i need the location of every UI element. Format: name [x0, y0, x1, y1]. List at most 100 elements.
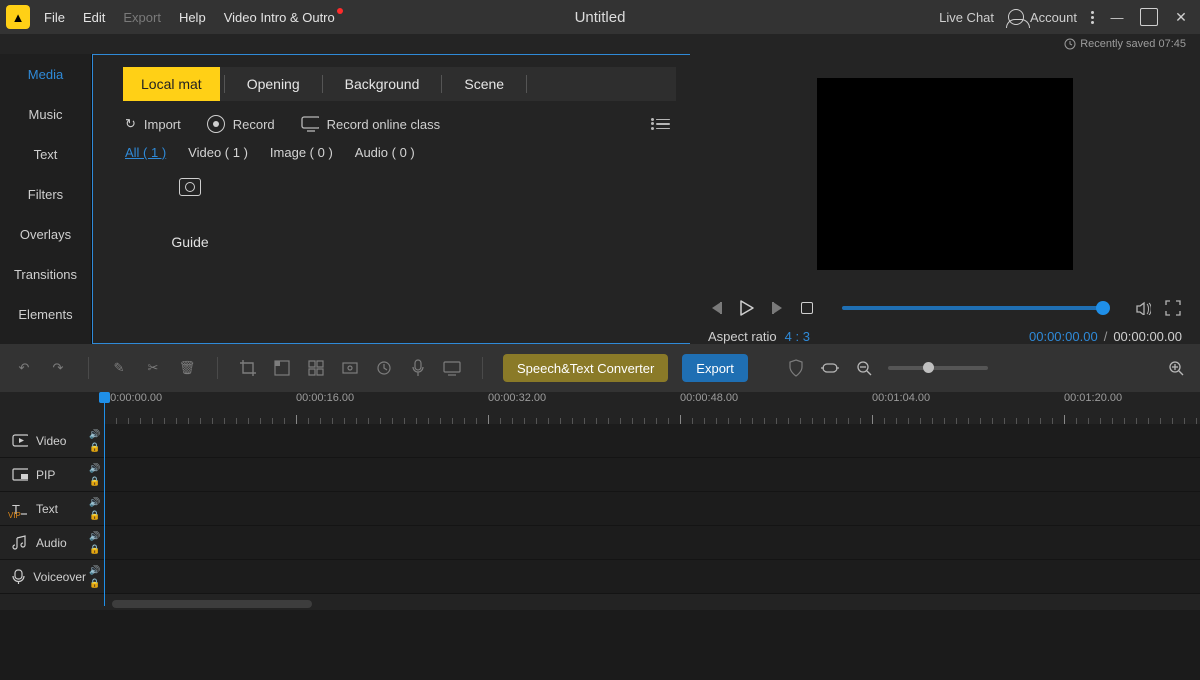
filter-image[interactable]: Image ( 0 ) [270, 145, 333, 160]
seek-slider[interactable] [842, 306, 1108, 310]
stop-button[interactable] [798, 299, 816, 317]
trash-icon[interactable]: 🗑 [177, 358, 197, 378]
track-label: Video [36, 434, 66, 448]
lock-icon[interactable]: 🔒 [89, 579, 100, 588]
close-button[interactable] [1172, 8, 1190, 26]
mosaic-icon[interactable] [272, 358, 292, 378]
tab-background[interactable]: Background [327, 67, 438, 101]
mute-icon[interactable]: 🔊 [89, 532, 100, 541]
track-label: Audio [36, 536, 67, 550]
lock-icon[interactable]: 🔒 [89, 511, 100, 520]
sidebar-item-overlays[interactable]: Overlays [0, 214, 91, 254]
prev-frame-button[interactable] [708, 299, 726, 317]
account-button[interactable]: Account [1008, 9, 1077, 25]
grid-icon[interactable] [306, 358, 326, 378]
track-controls: 🔊🔒 [86, 458, 104, 491]
tab-scene[interactable]: Scene [446, 67, 522, 101]
voiceover-icon[interactable] [408, 358, 428, 378]
save-status-text: Recently saved 07:45 [1080, 38, 1186, 50]
filter-all[interactable]: All ( 1 ) [125, 145, 166, 160]
scrollbar-thumb[interactable] [112, 600, 312, 608]
tab-local-mat[interactable]: Local mat [123, 67, 220, 101]
track-lane[interactable] [104, 560, 1200, 593]
fullscreen-icon[interactable] [1164, 299, 1182, 317]
sidebar-item-elements[interactable]: Elements [0, 294, 91, 334]
track-lane[interactable] [104, 458, 1200, 491]
sidebar-item-music[interactable]: Music [0, 94, 91, 134]
export-button[interactable]: Export [682, 354, 748, 382]
lock-icon[interactable]: 🔒 [89, 443, 100, 452]
zoom-handle[interactable] [923, 362, 934, 373]
titlebar: ▲ File Edit Export Help Video Intro & Ou… [0, 0, 1200, 34]
duration-icon[interactable] [374, 358, 394, 378]
scissors-icon[interactable]: ✂ [143, 358, 163, 378]
freeze-frame-icon[interactable] [340, 358, 360, 378]
import-button[interactable]: ↻ Import [125, 116, 181, 132]
aspect-ratio-label: Aspect ratio [708, 329, 777, 344]
live-chat-link[interactable]: Live Chat [939, 10, 994, 25]
record-online-button[interactable]: Record online class [301, 115, 440, 133]
ruler-label: 00:01:04.00 [872, 392, 930, 404]
main-menu: File Edit Export Help Video Intro & Outr… [44, 10, 335, 25]
aspect-ratio-value[interactable]: 4 : 3 [785, 329, 810, 344]
fit-icon[interactable] [820, 358, 840, 378]
seek-handle[interactable] [1096, 301, 1110, 315]
track-header: TVIPText [0, 492, 86, 525]
mute-icon[interactable]: 🔊 [89, 498, 100, 507]
lock-icon[interactable]: 🔒 [89, 477, 100, 486]
filter-audio[interactable]: Audio ( 0 ) [355, 145, 415, 160]
filter-video[interactable]: Video ( 1 ) [188, 145, 248, 160]
track-controls: 🔊🔒 [86, 560, 104, 593]
next-frame-button[interactable] [768, 299, 786, 317]
track-lane[interactable] [104, 492, 1200, 525]
pencil-icon[interactable]: ✎ [109, 358, 129, 378]
volume-icon[interactable] [1134, 299, 1152, 317]
lock-icon[interactable]: 🔒 [89, 545, 100, 554]
track-type-icon [12, 571, 25, 583]
mute-icon[interactable]: 🔊 [89, 566, 100, 575]
track-controls: 🔊🔒 [86, 424, 104, 457]
horizontal-scrollbar[interactable] [112, 600, 1200, 610]
play-button[interactable] [738, 299, 756, 317]
document-title: Untitled [575, 9, 626, 26]
mute-icon[interactable]: 🔊 [89, 430, 100, 439]
media-thumbnail-guide[interactable]: Guide [125, 178, 255, 250]
sidebar-item-transitions[interactable]: Transitions [0, 254, 91, 294]
crop-icon[interactable] [238, 358, 258, 378]
track-lane[interactable] [104, 424, 1200, 457]
menu-edit[interactable]: Edit [83, 10, 105, 25]
track-lane[interactable] [104, 526, 1200, 559]
zoom-in-icon[interactable] [1166, 358, 1186, 378]
camera-icon [179, 178, 201, 196]
shield-icon[interactable] [786, 358, 806, 378]
menu-intro-outro[interactable]: Video Intro & Outro [224, 10, 335, 25]
screen-record-icon[interactable] [442, 358, 462, 378]
sidebar-item-media[interactable]: Media [0, 54, 91, 94]
track-header: Video [0, 424, 86, 457]
ruler-label: 00:00:32.00 [488, 392, 546, 404]
track-header: Audio [0, 526, 86, 559]
zoom-out-icon[interactable] [854, 358, 874, 378]
tab-opening[interactable]: Opening [229, 67, 318, 101]
user-icon [1008, 9, 1024, 25]
sidebar-item-text[interactable]: Text [0, 134, 91, 174]
record-button[interactable]: Record [207, 115, 275, 133]
clock-icon [1064, 38, 1076, 50]
timeline-toolbar: ↶ ↷ ✎ ✂ 🗑 Speech&Text Converter Export [0, 344, 1200, 392]
mute-icon[interactable]: 🔊 [89, 464, 100, 473]
more-menu-icon[interactable] [1091, 11, 1094, 24]
redo-icon[interactable]: ↷ [48, 358, 68, 378]
zoom-slider[interactable] [888, 366, 988, 370]
sidebar-item-filters[interactable]: Filters [0, 174, 91, 214]
time-separator: / [1104, 329, 1108, 344]
undo-icon[interactable]: ↶ [14, 358, 34, 378]
track-type-icon [12, 469, 28, 481]
minimize-button[interactable]: — [1108, 8, 1126, 26]
menu-file[interactable]: File [44, 10, 65, 25]
time-ruler[interactable]: 00:00:00.0000:00:16.0000:00:32.0000:00:4… [104, 392, 1200, 424]
time-total: 00:00:00.00 [1113, 329, 1182, 344]
speech-text-converter-button[interactable]: Speech&Text Converter [503, 354, 668, 382]
view-toggle-icon[interactable] [656, 119, 676, 130]
maximize-button[interactable] [1140, 8, 1158, 26]
menu-help[interactable]: Help [179, 10, 206, 25]
